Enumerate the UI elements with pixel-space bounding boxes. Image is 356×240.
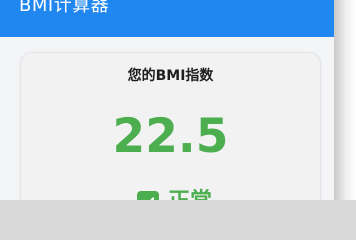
- bmi-value: 22.5: [112, 109, 229, 164]
- check-icon: [137, 191, 159, 200]
- app-screen: BMI计算器 您的BMI指数 22.5 正常: [0, 0, 334, 200]
- bmi-status-label: 正常: [168, 188, 212, 200]
- device-edge: [334, 0, 356, 200]
- bmi-result-card: 您的BMI指数 22.5 正常: [20, 52, 321, 200]
- app-bar: BMI计算器: [0, 0, 334, 37]
- bmi-status: 正常: [137, 188, 212, 200]
- app-title: BMI计算器: [19, 0, 110, 16]
- bmi-result-title: 您的BMI指数: [127, 68, 214, 84]
